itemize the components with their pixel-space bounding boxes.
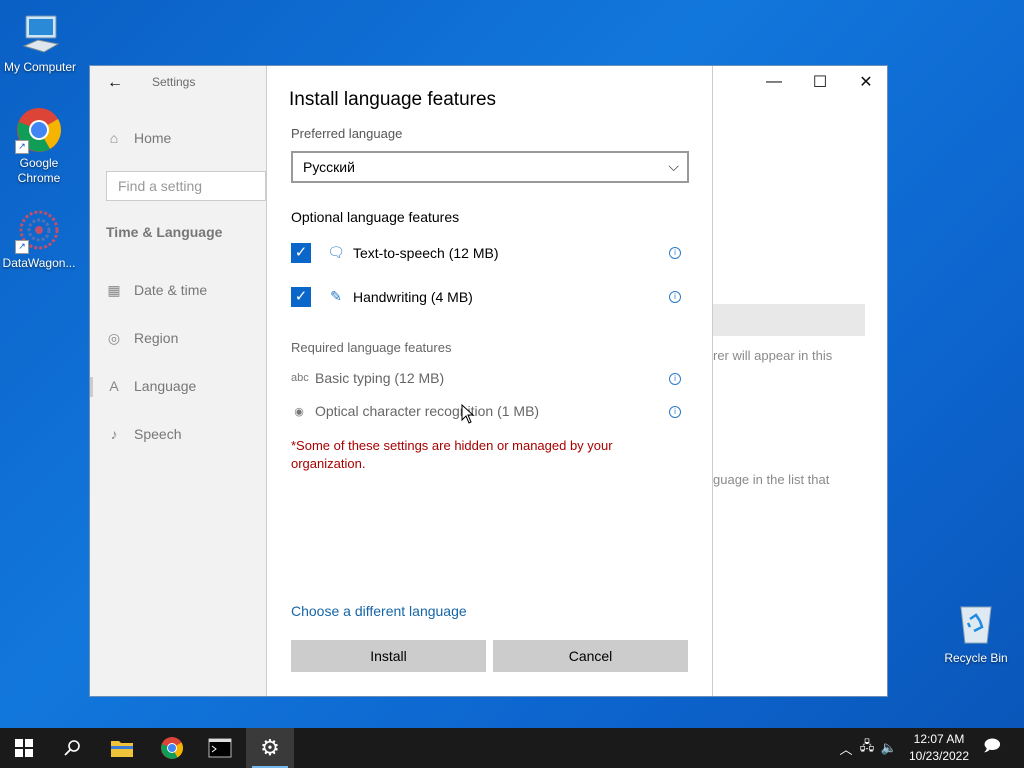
search-icon [64,740,80,756]
settings-sidebar: ← Settings ⌂ Home Find a setting Time & … [90,66,266,696]
terminal-button[interactable] [196,728,244,768]
recycle-bin-label: Recycle Bin [944,651,1008,665]
clock-time: 12:07 AM [913,732,965,746]
install-button[interactable]: Install [291,640,486,672]
taskbar: ⚙ ︿ 🖧 🔈 12:07 AM 10/23/2022 🗩 [0,728,1024,768]
desktop-icon-google-chrome[interactable]: ↗ Google Chrome [0,106,79,186]
globe-icon: ◎ [107,330,121,346]
choose-different-language-link[interactable]: Choose a different language [291,603,467,619]
text-to-speech-checkbox[interactable]: ✓ [291,243,311,263]
start-button[interactable] [0,728,48,768]
abc-icon: abc [291,372,309,384]
dialog-title: Install language features [289,89,497,110]
nav-item-label: Region [134,330,179,346]
preferred-language-value: Русский [303,159,355,175]
info-icon[interactable]: i [669,247,681,259]
recycle-bin-icon [956,603,996,645]
notification-button[interactable]: 🗩 [970,728,1014,768]
gear-icon: ⚙ [260,735,280,760]
speech-icon: 🗨 [327,244,345,260]
feature-label: Handwriting (4 MB) [353,288,473,305]
shortcut-arrow-icon: ↗ [15,240,29,254]
close-button[interactable]: ✕ [843,66,889,98]
mouse-cursor [461,403,475,429]
nav-home[interactable]: ⌂ Home [106,130,172,146]
settings-content-pane: — ☐ ✕ rer will appear in this guage in t… [713,66,887,696]
active-indicator [90,377,93,397]
language-icon: A [109,378,119,394]
text-to-speech-feature: 🗨 Text-to-speech (12 MB) [327,244,499,261]
managed-warning: *Some of these settings are hidden or ma… [291,438,613,471]
shortcut-arrow-icon: ↗ [15,140,29,154]
nav-section-header: Time & Language [106,224,223,240]
desktop-icon-my-computer[interactable]: My Computer [0,10,80,75]
system-tray: ︿ 🖧 🔈 [836,728,900,768]
feature-label: Basic typing (12 MB) [315,370,445,386]
preferred-language-label: Preferred language [291,126,403,141]
info-icon[interactable]: i [669,373,681,385]
camera-icon: ◉ [294,405,304,418]
network-icon[interactable]: 🖧 [856,737,878,759]
nav-date-time[interactable]: ▦ Date & time [106,282,207,298]
preferred-language-select[interactable]: Русский ⌵ [291,151,689,183]
microphone-icon: ♪ [110,426,118,442]
desktop-icon-label: DataWagon... [2,256,76,270]
chevron-up-icon[interactable]: ︿ [836,739,856,758]
nav-item-label: Speech [134,426,182,442]
chevron-down-icon: ⌵ [668,158,679,174]
clock-date: 10/23/2022 [908,749,970,763]
feature-label: Optical character recognition (1 MB) [315,403,540,419]
search-setting-input[interactable]: Find a setting [106,171,266,201]
nav-language[interactable]: A Language [106,378,196,394]
background-text: rer will appear in this [713,348,833,363]
computer-icon [16,10,64,58]
terminal-icon [208,738,232,758]
window-title: Settings [152,75,196,89]
back-arrow-icon[interactable]: ← [107,74,123,91]
desktop-icon-label: My Computer [3,60,77,74]
settings-window: ← Settings ⌂ Home Find a setting Time & … [89,65,888,697]
clock[interactable]: 12:07 AM 10/23/2022 [906,731,972,765]
required-features-header: Required language features [291,340,452,355]
notification-icon: 🗩 [983,737,1001,755]
info-icon[interactable]: i [669,406,681,418]
maximize-button[interactable]: ☐ [797,66,843,98]
cancel-button[interactable]: Cancel [493,640,688,672]
nav-speech[interactable]: ♪ Speech [106,426,182,442]
optional-features-header: Optional language features [291,209,460,225]
desktop-icon-label: Google Chrome [17,156,61,185]
search-button[interactable] [48,728,96,768]
background-text: guage in the list that [713,472,830,487]
info-icon[interactable]: i [669,291,681,303]
pen-icon: ✎ [330,288,342,304]
desktop-icon-datawagon[interactable]: ↗ DataWagon... [0,206,79,271]
chrome-icon [161,737,183,759]
nav-home-label: Home [134,130,172,146]
file-explorer-button[interactable] [98,728,146,768]
volume-icon[interactable]: 🔈 [878,740,900,756]
chrome-taskbar-button[interactable] [148,728,196,768]
nav-region[interactable]: ◎ Region [106,330,178,346]
handwriting-checkbox[interactable]: ✓ [291,287,311,307]
feature-label: Text-to-speech (12 MB) [353,244,499,261]
desktop-icon-recycle-bin[interactable]: Recycle Bin [938,603,1014,665]
basic-typing-feature: abc Basic typing (12 MB) [291,370,444,386]
windows-icon [15,739,33,757]
search-placeholder: Find a setting [118,178,203,194]
nav-item-label: Language [134,378,197,394]
settings-taskbar-button[interactable]: ⚙ [246,728,294,768]
handwriting-feature: ✎ Handwriting (4 MB) [327,288,473,305]
home-icon: ⌂ [109,130,119,146]
background-list-item [713,304,865,336]
chrome-icon: ↗ [15,106,63,154]
datawagon-icon: ↗ [15,206,63,254]
ocr-feature: ◉ Optical character recognition (1 MB) [291,403,539,419]
calendar-icon: ▦ [107,282,121,298]
folder-icon [111,741,133,757]
nav-item-label: Date & time [134,282,208,298]
minimize-button[interactable]: — [751,66,797,98]
install-language-dialog: Install language features Preferred lang… [266,66,713,696]
